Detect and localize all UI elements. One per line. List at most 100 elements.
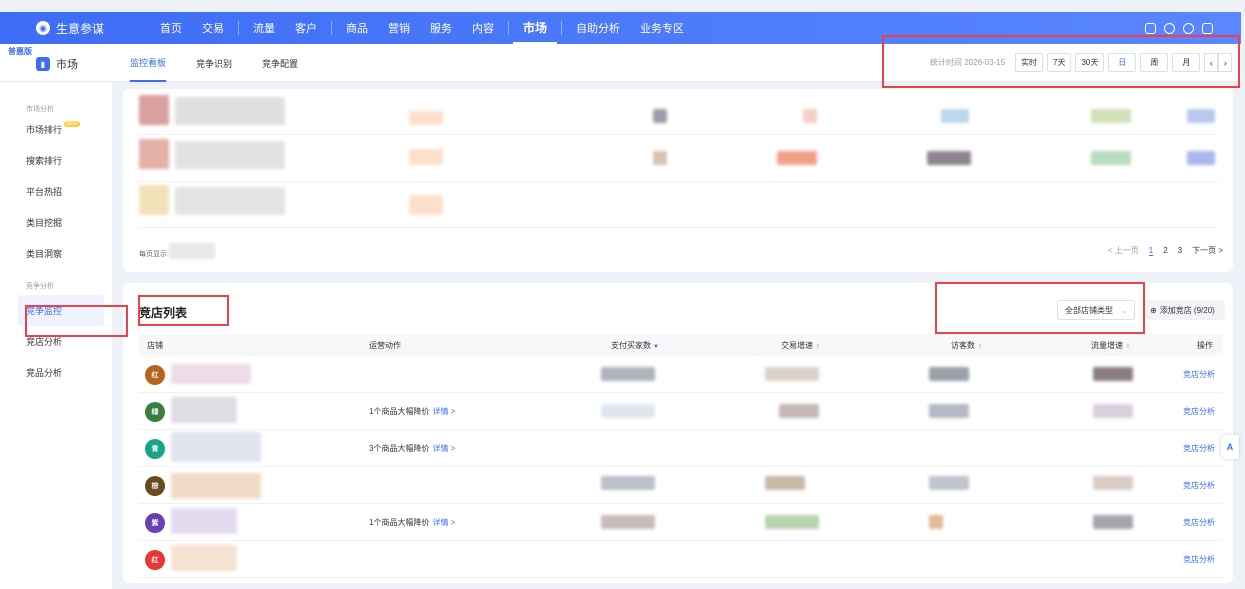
- nav-divider: [238, 21, 239, 35]
- operation-text: 1个商品大幅降价: [369, 407, 430, 416]
- prev-page-button[interactable]: < 上一页: [1108, 245, 1139, 256]
- col-action: 操作: [1197, 341, 1213, 350]
- metric-blur: [1187, 109, 1215, 123]
- sort-icon: ▼: [653, 344, 659, 350]
- new-badge: NEW: [64, 121, 80, 127]
- col-operation: 运营动作: [369, 341, 401, 350]
- nav-marketing[interactable]: 营销: [378, 12, 420, 44]
- per-page-label: 每页显示: [139, 251, 167, 258]
- operation-text: 1个商品大幅降价: [369, 518, 430, 527]
- col-label: 访客数: [951, 341, 975, 350]
- nav-goods[interactable]: 商品: [336, 12, 378, 44]
- assistant-widget-icon[interactable]: A: [1221, 435, 1239, 459]
- table-row: 绿 1个商品大幅降价 详情 > 竞店分析: [139, 393, 1223, 430]
- monitor-goods-card: 每页显示 < 上一页 1 2 3 下一页 >: [123, 89, 1233, 272]
- detail-link[interactable]: 详情 >: [432, 407, 455, 416]
- sidebar-item-market-rank[interactable]: 市场排行 NEW: [0, 114, 112, 145]
- sidebar-item-goods-analysis[interactable]: 竞品分析: [0, 357, 112, 388]
- row-divider: [137, 181, 1219, 182]
- next-page-button[interactable]: 下一页 >: [1192, 245, 1223, 256]
- edition-badge: 普惠版: [8, 47, 32, 56]
- nav-divider: [331, 21, 332, 35]
- per-page-select-blur[interactable]: [169, 243, 215, 259]
- tab-competition-config[interactable]: 竞争配置: [262, 44, 298, 82]
- goods-image: [139, 139, 169, 169]
- nav-customer[interactable]: 客户: [285, 12, 327, 44]
- shop-analysis-link[interactable]: 竞店分析: [1183, 443, 1215, 454]
- shop-analysis-link[interactable]: 竞店分析: [1183, 517, 1215, 528]
- nav-content[interactable]: 内容: [462, 12, 504, 44]
- shop-analysis-link[interactable]: 竞店分析: [1183, 554, 1215, 565]
- metric-blur: [929, 476, 969, 490]
- shop-logo: 绿: [145, 402, 165, 422]
- shop-analysis-link[interactable]: 竞店分析: [1183, 369, 1215, 380]
- logout-icon[interactable]: [1202, 22, 1213, 34]
- tab-bar: 监控看板 竞争识别 竞争配置: [130, 44, 298, 82]
- metric-blur: [601, 515, 655, 529]
- nav-trade[interactable]: 交易: [192, 12, 234, 44]
- shop-name-blur: [171, 432, 261, 462]
- highlight-shop-list-title: [138, 295, 229, 326]
- col-trade-growth[interactable]: 交易增速 ⇕: [781, 340, 820, 351]
- shop-logo: 红: [145, 550, 165, 570]
- nav-self-analysis[interactable]: 自助分析: [566, 12, 630, 44]
- sidebar-item-category-insight[interactable]: 类目洞察: [0, 238, 112, 269]
- goods-image: [139, 95, 169, 125]
- help-icon[interactable]: [1183, 22, 1194, 34]
- tab-monitor-board[interactable]: 监控看板: [130, 44, 167, 82]
- detail-link[interactable]: 详情 >: [432, 518, 455, 527]
- shop-analysis-link[interactable]: 竞店分析: [1183, 480, 1215, 491]
- page-3-button[interactable]: 3: [1178, 246, 1182, 255]
- user-icon[interactable]: [1164, 22, 1175, 34]
- goods-title-blur: [175, 141, 285, 169]
- shop-logo: 紫: [145, 513, 165, 533]
- metric-blur: [1187, 151, 1215, 165]
- goods-title-blur: [175, 97, 285, 125]
- goods-price-blur: [409, 149, 443, 165]
- goods-price-blur: [409, 111, 443, 125]
- nav-divider: [561, 21, 563, 35]
- sidebar-item-platform-hot[interactable]: 平台热招: [0, 176, 112, 207]
- detail-link[interactable]: 详情 >: [432, 444, 455, 453]
- brand[interactable]: ◉ 生意参谋: [0, 20, 150, 37]
- nav-market[interactable]: 市场: [513, 12, 558, 44]
- col-visitors[interactable]: 访客数 ⇕: [951, 340, 982, 351]
- shop-analysis-link[interactable]: 竞店分析: [1183, 406, 1215, 417]
- highlight-sidebar-item: [25, 305, 128, 337]
- col-traffic-growth[interactable]: 流量增速 ⇕: [1091, 340, 1130, 351]
- metric-blur: [601, 404, 655, 418]
- metric-blur: [1093, 476, 1133, 490]
- metric-blur: [1093, 404, 1133, 418]
- pagination: < 上一页 1 2 3 下一页 >: [1108, 245, 1223, 256]
- metric-blur: [653, 109, 667, 123]
- section-title: ▮ 市场: [36, 56, 78, 72]
- row-divider: [137, 227, 1219, 228]
- metric-blur: [779, 404, 819, 418]
- shop-name-blur: [171, 508, 237, 534]
- section-name: 市场: [56, 59, 78, 71]
- metric-blur: [929, 515, 943, 529]
- sidebar-item-category-mining[interactable]: 类目挖掘: [0, 207, 112, 238]
- highlight-shop-type-select: [935, 282, 1145, 334]
- nav-home[interactable]: 首页: [150, 12, 192, 44]
- brand-name: 生意参谋: [56, 21, 105, 36]
- nav-business-zone[interactable]: 业务专区: [630, 12, 694, 44]
- shop-name-blur: [171, 364, 251, 384]
- table-row: 红 竞店分析: [139, 356, 1223, 393]
- add-circle-icon: ⊕: [1150, 305, 1157, 315]
- operation-text: 3个商品大幅降价: [369, 444, 430, 453]
- col-pay-buyers[interactable]: 支付买家数 ▼: [611, 340, 659, 351]
- message-icon[interactable]: [1145, 22, 1156, 34]
- nav-service[interactable]: 服务: [420, 12, 462, 44]
- sidebar-item-search-rank[interactable]: 搜索排行: [0, 145, 112, 176]
- shop-name-blur: [171, 545, 237, 571]
- col-shop: 店铺: [147, 341, 163, 350]
- nav-traffic[interactable]: 流量: [243, 12, 285, 44]
- sidebar-item-label: 市场排行: [26, 125, 63, 135]
- page-1-button[interactable]: 1: [1148, 246, 1154, 256]
- add-competitor-shop-button[interactable]: ⊕ 添加竞店 (9/20): [1145, 300, 1225, 320]
- metric-blur: [765, 515, 819, 529]
- page-2-button[interactable]: 2: [1163, 246, 1167, 255]
- tab-competition-identify[interactable]: 竞争识别: [196, 44, 232, 82]
- metric-blur: [765, 476, 805, 490]
